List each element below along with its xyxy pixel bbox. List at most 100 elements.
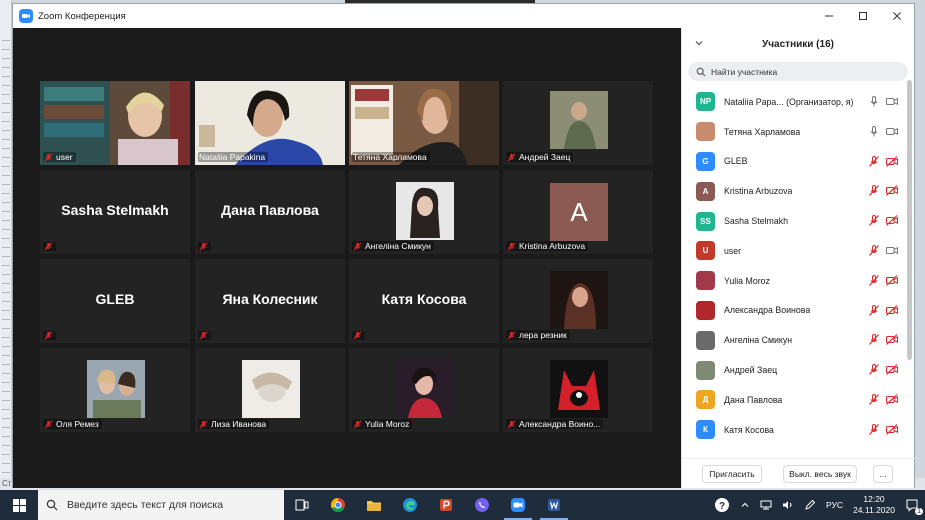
participant-search-input[interactable]: [711, 66, 891, 77]
video-tile-andrei[interactable]: Андрей Заец: [503, 81, 653, 165]
camera-off-icon[interactable]: [886, 304, 898, 316]
taskbar-chrome[interactable]: [320, 490, 356, 520]
chevron-down-icon[interactable]: [694, 38, 704, 48]
clock[interactable]: 12:20 24.11.2020: [853, 494, 895, 516]
close-button[interactable]: [880, 4, 914, 28]
video-tile-lera[interactable]: лера резник: [503, 259, 653, 343]
participant-photo: [242, 360, 300, 418]
mic-icon[interactable]: [868, 125, 880, 137]
notifications-button[interactable]: 1: [905, 498, 923, 515]
taskbar-zoom[interactable]: [500, 490, 536, 520]
video-tile-tetiana[interactable]: Тетяна Харламова: [349, 81, 499, 165]
mic-muted-icon: [507, 331, 516, 339]
participant-row[interactable]: SS Sasha Stelmakh: [682, 206, 914, 236]
start-button[interactable]: [0, 490, 38, 520]
chevron-up-icon[interactable]: [740, 500, 750, 510]
participant-row[interactable]: G GLEB: [682, 147, 914, 177]
camera-off-icon[interactable]: [886, 274, 898, 286]
mic-muted-icon: [199, 242, 208, 251]
mic-icon[interactable]: [868, 96, 880, 107]
participants-scrollbar[interactable]: [907, 80, 912, 360]
mute-all-button[interactable]: Выкл. весь звук: [783, 465, 857, 483]
video-tile-angelina[interactable]: Ангеліна Смикун: [349, 170, 499, 254]
invite-button[interactable]: Пригласить: [702, 465, 762, 483]
volume-icon[interactable]: [782, 500, 794, 510]
camera-icon[interactable]: [886, 126, 898, 137]
participant-row[interactable]: Тетяна Харламова: [682, 117, 914, 147]
participant-row[interactable]: A Kristina Arbuzova: [682, 176, 914, 206]
participant-row[interactable]: Uuser: [682, 236, 914, 266]
mic-muted-icon[interactable]: [868, 304, 880, 316]
video-tile-liza[interactable]: Лиза Иванова: [195, 348, 345, 432]
video-tile-user[interactable]: user: [40, 81, 190, 165]
camera-off-icon[interactable]: [886, 334, 898, 346]
video-tile-gleb[interactable]: GLEB: [40, 259, 190, 343]
video-tile-olya[interactable]: Оля Ремез: [40, 348, 190, 432]
camera-off-icon[interactable]: [886, 423, 898, 435]
mic-muted-icon[interactable]: [868, 274, 880, 286]
tile-label: user: [43, 152, 76, 162]
mic-muted-icon[interactable]: [868, 155, 880, 167]
close-icon: [893, 12, 901, 20]
tile-label: Yulia Moroz: [352, 419, 413, 429]
maximize-button[interactable]: [846, 4, 880, 28]
participant-row[interactable]: NP Nataliia Papa... (Организатор, я): [682, 87, 914, 117]
participant-name: Тетяна Харламова: [724, 126, 801, 137]
camera-off-icon[interactable]: [886, 215, 898, 227]
video-tile-yana[interactable]: Яна Колесник: [195, 259, 345, 343]
network-icon[interactable]: [760, 500, 772, 510]
mic-muted-icon: [353, 242, 362, 250]
participant-status: [868, 334, 898, 346]
input-language[interactable]: РУС: [826, 500, 843, 510]
participant-search[interactable]: [688, 62, 908, 81]
participant-avatar: G: [696, 151, 715, 171]
mic-muted-icon: [44, 420, 53, 428]
video-tile-yulia[interactable]: Yulia Moroz: [349, 348, 499, 432]
video-tile-kristina[interactable]: A Kristina Arbuzova: [503, 170, 653, 254]
participant-row[interactable]: К Катя Косова: [682, 415, 914, 445]
camera-off-icon[interactable]: [886, 364, 898, 376]
taskbar-viber[interactable]: [464, 490, 500, 520]
mic-muted-icon[interactable]: [868, 244, 880, 256]
participant-row[interactable]: Д Дана Павлова: [682, 385, 914, 415]
mic-muted-icon[interactable]: [868, 364, 880, 376]
taskbar-edge[interactable]: [392, 490, 428, 520]
taskbar-search[interactable]: Введите здесь текст для поиска: [38, 490, 284, 520]
participant-status: [868, 96, 898, 107]
participant-row[interactable]: Александра Воинова: [682, 296, 914, 326]
task-view-button[interactable]: [284, 490, 320, 520]
video-tile-sasha[interactable]: Sasha Stelmakh: [40, 170, 190, 254]
taskbar-powerpoint[interactable]: [428, 490, 464, 520]
participant-row[interactable]: Yulia Moroz: [682, 266, 914, 296]
video-tile-aleksandra[interactable]: Александра Воино...: [503, 348, 653, 432]
camera-off-icon[interactable]: [886, 185, 898, 197]
camera-icon[interactable]: [886, 96, 898, 107]
mic-muted-icon[interactable]: [868, 215, 880, 227]
mic-muted-icon[interactable]: [868, 185, 880, 197]
participant-row[interactable]: Андрей Заец: [682, 355, 914, 385]
video-tile-nataliia[interactable]: Nataliia Papakina: [195, 81, 345, 165]
participant-avatar: [696, 330, 715, 350]
camera-off-icon[interactable]: [886, 155, 898, 167]
video-tile-katya[interactable]: Катя Косова: [349, 259, 499, 343]
participant-row[interactable]: Ангеліна Смикун: [682, 325, 914, 355]
mic-muted-icon: [44, 242, 53, 251]
mic-muted-icon[interactable]: [868, 393, 880, 405]
taskbar-explorer[interactable]: [356, 490, 392, 520]
mic-muted-icon[interactable]: [868, 423, 880, 435]
help-icon[interactable]: ?: [714, 497, 730, 513]
mic-muted-icon[interactable]: [868, 334, 880, 346]
camera-off-icon[interactable]: [886, 394, 898, 405]
participant-avatar: [696, 271, 715, 291]
tile-label: Kristina Arbuzova: [506, 241, 589, 251]
taskbar-word[interactable]: [536, 490, 572, 520]
tile-label: Ангеліна Смикун: [352, 241, 434, 251]
participant-status: [868, 155, 898, 167]
camera-icon[interactable]: [886, 245, 898, 256]
video-tile-dana[interactable]: Дана Павлова: [195, 170, 345, 254]
minimize-button[interactable]: [812, 4, 846, 28]
more-options-button[interactable]: ...: [873, 465, 893, 483]
participant-avatar: [696, 300, 715, 320]
panel-header: Участники (16): [682, 28, 914, 60]
pen-icon[interactable]: [804, 499, 816, 511]
